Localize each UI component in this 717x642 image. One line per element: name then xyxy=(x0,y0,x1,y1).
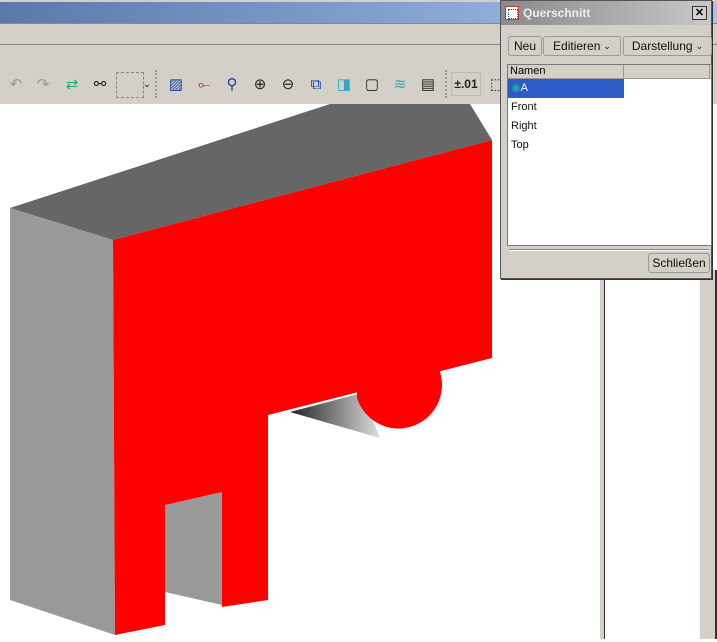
list-item[interactable]: ◉A xyxy=(508,79,624,98)
chevron-down-icon: ⌄ xyxy=(695,40,704,51)
toolbar-separator xyxy=(155,70,157,98)
chevron-down-icon: ⌄ xyxy=(603,40,611,51)
cross-section-dialog: Querschnitt ✕ Neu Editieren ⌄ Darstellung… xyxy=(500,0,712,279)
toolbar-separator xyxy=(445,70,447,98)
model-tree-icon[interactable]: ▤ xyxy=(416,72,440,96)
layers-icon[interactable]: ≋ xyxy=(388,72,412,96)
datum-icon[interactable]: ⟜ xyxy=(192,72,216,96)
new-button[interactable]: Neu xyxy=(508,36,542,56)
right-panel xyxy=(600,270,717,639)
undo-icon[interactable]: ↶ xyxy=(4,72,28,96)
notch-face xyxy=(165,492,222,605)
display-menu-button[interactable]: Darstellung ⌄ xyxy=(623,36,712,56)
spin-zoom-icon[interactable]: ⚲ xyxy=(220,72,244,96)
edit-menu-button[interactable]: Editieren ⌄ xyxy=(543,36,621,56)
list-item[interactable]: Right xyxy=(508,117,624,136)
list-item[interactable]: Top xyxy=(508,136,624,155)
dialog-title-bar: Querschnitt ✕ xyxy=(501,1,711,25)
left-face xyxy=(10,208,115,635)
redo-icon[interactable]: ↷ xyxy=(31,72,55,96)
column-header-names[interactable]: Namen xyxy=(508,65,624,78)
eye-icon: ◉ xyxy=(511,82,521,94)
refit-icon[interactable]: ⧉ xyxy=(304,72,328,96)
close-button[interactable]: Schließen xyxy=(648,253,710,273)
regenerate-icon[interactable]: ⇄ xyxy=(60,72,84,96)
close-icon[interactable]: ✕ xyxy=(692,6,707,20)
list-item-label: A xyxy=(520,82,528,94)
tolerance-button[interactable]: ±.01 xyxy=(451,72,481,96)
select-box-icon[interactable] xyxy=(116,72,144,98)
list-header: Namen xyxy=(508,65,711,79)
column-header-empty[interactable] xyxy=(624,65,710,78)
find-icon[interactable]: ⚯ xyxy=(88,72,112,96)
zoom-in-icon[interactable]: ⊕ xyxy=(248,72,272,96)
section-list[interactable]: Namen ◉A Front Right Top xyxy=(507,64,712,246)
zoom-out-icon[interactable]: ⊖ xyxy=(276,72,300,96)
orient-icon[interactable]: ◨ xyxy=(332,72,356,96)
edit-label: Editieren xyxy=(553,39,601,53)
chevron-down-icon[interactable]: ⌄ xyxy=(142,72,152,96)
view-icon[interactable]: ▨ xyxy=(164,72,188,96)
display-label: Darstellung xyxy=(631,39,693,53)
dialog-title: Querschnitt xyxy=(523,6,591,20)
list-item[interactable]: Front xyxy=(508,98,624,117)
dialog-divider xyxy=(509,249,709,251)
dialog-app-icon xyxy=(505,6,519,20)
saved-views-icon[interactable]: ▢ xyxy=(360,72,384,96)
